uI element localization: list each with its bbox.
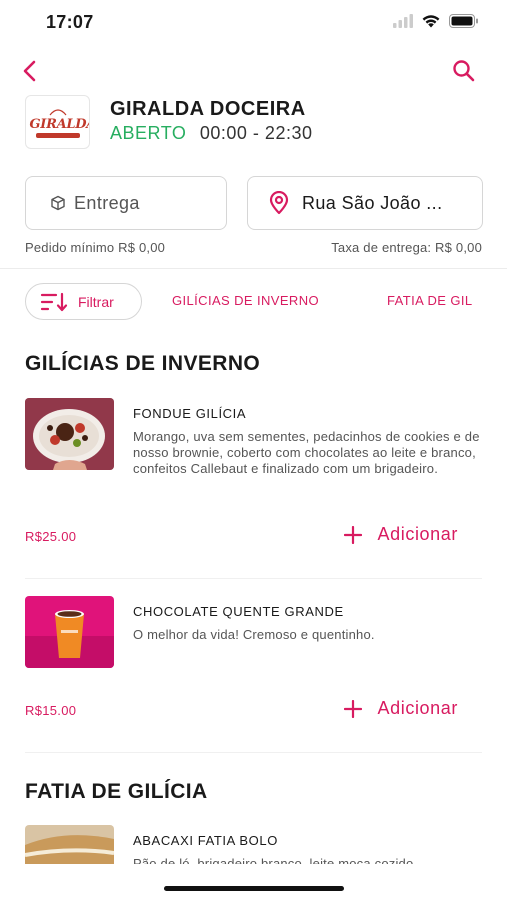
filter-label: Filtrar [78,293,114,310]
divider [0,268,507,269]
product-card[interactable]: FONDUE GILÍCIA Morango, uva sem sementes… [25,398,482,558]
wifi-icon [422,15,440,28]
search-button[interactable] [451,58,477,84]
status-time: 17:07 [46,12,94,32]
product-name: FONDUE GILÍCIA [133,406,247,421]
store-name: GIRALDA DOCEIRA [110,98,306,120]
open-status: ABERTO [110,123,187,143]
product-price: R$25.00 [25,529,77,544]
add-button-label: Adicionar [377,524,458,544]
product-description: Morango, uva sem sementes, pedacinhos de… [133,429,480,476]
divider [25,578,482,579]
status-icons [393,14,479,28]
tab-fatia-de-gilicia[interactable]: FATIA DE GIL [387,293,472,308]
product-card[interactable]: CHOCOLATE QUENTE GRANDE O melhor da vida… [25,596,482,736]
home-bar-area [0,864,507,900]
order-info: Pedido mínimo R$ 0,00 Taxa de entrega: R… [25,240,482,258]
back-button[interactable] [18,58,42,84]
section-title: GILÍCIAS DE INVERNO [25,352,261,375]
address-label: Rua São João ... [302,192,443,213]
store-logo: GIRALDA [25,95,90,149]
product-name: CHOCOLATE QUENTE GRANDE [133,604,344,619]
add-button-label: Adicionar [377,698,458,718]
delivery-fee: Taxa de entrega: R$ 0,00 [331,240,482,255]
product-image [25,596,114,668]
box-icon [51,195,65,211]
logo-text: GIRALDA [29,116,90,132]
product-name: ABACAXI FATIA BOLO [133,833,278,848]
filter-button[interactable]: Filtrar [25,283,142,320]
store-status: ABERTO 00:00 - 22:30 [110,123,312,144]
delivery-mode-label: Entrega [74,192,140,213]
product-description: O melhor da vida! Cremoso e quentinho. [133,627,375,642]
home-indicator[interactable] [164,886,344,891]
tab-gilicias-de-inverno[interactable]: GILÍCIAS DE INVERNO [172,293,319,308]
add-button[interactable]: Adicionar [343,524,458,545]
delivery-mode-button[interactable]: Entrega [25,176,227,230]
chevron-left-icon [23,60,36,82]
signal-icon [393,14,413,28]
section-title: FATIA DE GILÍCIA [25,780,208,803]
store-header: GIRALDA GIRALDA DOCEIRA ABERTO 00:00 - 2… [25,95,482,151]
plus-icon [343,525,362,544]
plus-icon [343,699,362,718]
divider [25,752,482,753]
product-image [25,398,114,470]
opening-hours: 00:00 - 22:30 [199,123,313,143]
sort-filter-icon [40,292,68,311]
search-icon [453,60,475,82]
minimum-order: Pedido mínimo R$ 0,00 [25,240,166,255]
delivery-options: Entrega Rua São João ... [25,176,483,230]
add-button[interactable]: Adicionar [343,698,458,719]
battery-icon [449,14,478,28]
status-bar: 17:07 [0,0,507,46]
category-bar: Filtrar GILÍCIAS DE INVERNO FATIA DE GIL [0,283,507,321]
product-price: R$15.00 [25,703,77,718]
location-pin-icon [269,191,289,215]
top-nav [0,56,507,86]
address-button[interactable]: Rua São João ... [247,176,483,230]
